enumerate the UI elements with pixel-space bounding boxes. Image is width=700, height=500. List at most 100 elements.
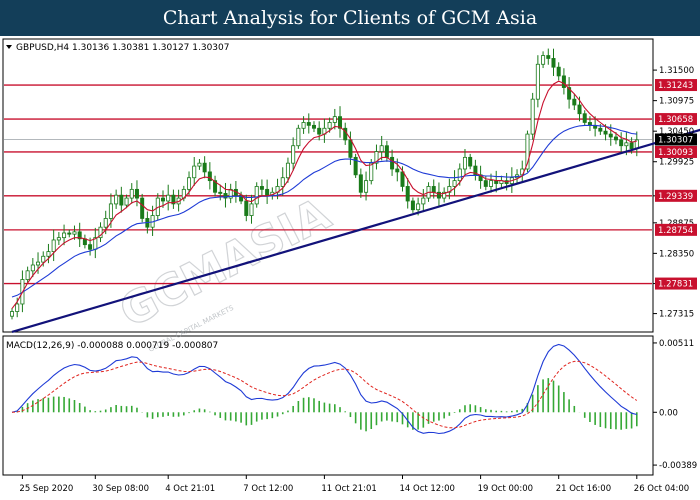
candle-body [405,186,410,202]
candle-body [348,139,353,158]
candle-body [421,197,426,205]
candle-body [187,177,192,190]
candle-body [291,145,296,164]
time-tick-label: 11 Oct 21:01 [321,484,376,494]
candle-body [384,145,389,158]
candle-body [369,162,374,182]
candle-body [395,168,400,173]
candle-body [301,122,306,129]
candle-body [416,203,421,211]
candle-body [546,55,551,59]
candle-body [51,239,56,253]
level-label: 1.28754 [658,226,693,236]
candle-body [62,232,67,239]
candle-body [244,200,249,216]
candle-body [265,188,270,196]
candle-body [285,162,290,179]
candle-body [119,194,124,206]
candle-body [72,231,77,235]
candle-body [46,251,51,257]
candle-body [582,113,587,123]
candle-body [457,168,462,182]
price-tick-label: 1.30975 [659,97,694,107]
price-tick-label: 1.29925 [659,158,694,168]
time-axis: 25 Sep 2020 30 Sep 08:00 4 Oct 21:01 7 Oct … [19,475,689,494]
candle-body [379,145,384,152]
candle-body [572,98,577,106]
candle-body [41,255,46,263]
symbol-info: GBPUSD,H4 1.30136 1.30381 1.30127 1.3030… [6,43,229,53]
candle-body [88,244,93,250]
price-tick-label: 1.27315 [659,310,694,320]
candle-body [160,197,165,202]
time-tick-label: 4 Oct 21:01 [165,484,215,494]
candle-body [36,261,41,266]
time-tick-label: 30 Sep 08:00 [92,484,149,494]
price-tick-label: 1.31500 [659,66,694,76]
candle-body [619,139,624,147]
candle-body [218,191,223,194]
macd-axis: 0.00511 0.00 -0.00389 [653,339,697,471]
symbol-line: GBPUSD,H4 1.30136 1.30381 1.30127 1.3030… [16,43,229,53]
candle-body [556,66,561,77]
candle-body [624,142,629,147]
candle-body [108,203,113,219]
header-bar: Chart Analysis for Clients of GCM Asia [0,0,700,36]
current-price-label: 1.30307 [658,136,693,146]
candle-body [114,194,119,205]
candle-body [207,171,212,182]
candle-body [259,186,264,190]
price-tick-label: 1.28350 [659,249,694,259]
candle-body [452,180,457,187]
candle-body [124,197,129,206]
candle-body [390,156,395,170]
level-label: 1.29339 [658,192,693,202]
candle-body [561,75,566,88]
chart-page: Chart Analysis for Clients of GCM Asia G… [0,0,700,500]
candle-body [30,264,35,272]
candle-body [613,136,618,141]
candle-body [400,171,405,187]
chart-area[interactable]: GCMASIA GLOBAL CAPITAL MARKETS 1.315001.… [0,36,700,500]
candle-body [364,180,369,193]
candle-body [462,156,467,170]
candle-body [311,124,316,129]
candle-body [598,127,603,132]
candle-body [603,130,608,135]
candle-body [103,218,108,228]
candle-body [25,270,30,280]
time-tick-label: 26 Oct 04:00 [634,484,689,494]
candle-body [15,303,20,312]
candle-body [530,98,535,135]
candle-body [608,133,613,138]
candle-body [249,203,254,216]
candle-body [551,58,556,68]
level-label: 1.27831 [658,280,693,290]
candle-body [489,180,494,187]
candle-body [280,177,285,187]
candle-body [629,142,634,150]
candle-body [535,63,540,100]
candle-body [166,194,171,202]
candle-body [202,162,207,173]
candle-body [56,237,61,241]
candle-body [134,188,139,199]
candle-body [140,197,145,219]
page-title: Chart Analysis for Clients of GCM Asia [162,7,538,29]
candle-body [468,156,473,167]
level-label: 1.31243 [658,81,693,91]
candle-body [317,127,322,135]
candle-body [358,174,363,193]
candle-body [296,127,301,147]
time-tick-label: 21 Oct 16:00 [556,484,611,494]
candle-body [410,200,415,211]
candle-body [431,186,436,193]
macd-panel [2,335,654,476]
time-tick-label: 19 Oct 00:00 [478,484,533,494]
candle-body [577,104,582,115]
candle-body [197,162,202,167]
macd-label: MACD(12,26,9) -0.000088 0.000719 -0.0008… [6,341,218,351]
macd-tick-label: 0.00 [659,408,678,418]
time-tick-label: 25 Sep 2020 [19,484,73,494]
candle-body [9,311,14,317]
